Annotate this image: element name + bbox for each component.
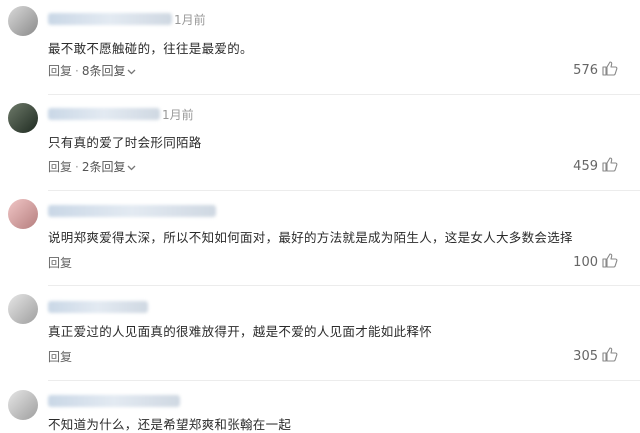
chevron-down-icon[interactable] bbox=[127, 160, 136, 174]
thumbs-up-icon bbox=[598, 157, 618, 176]
comment-text: 真正爱过的人见面真的很难放得开，越是不爱的人见面才能如此释怀 bbox=[48, 324, 433, 339]
like-button[interactable]: 305 bbox=[573, 347, 618, 366]
comment-text: 说明郑爽爱得太深，所以不知如何面对，最好的方法就是成为陌生人，这是女人大多数会选… bbox=[48, 230, 573, 245]
like-button[interactable]: 459 bbox=[573, 157, 618, 176]
view-replies-button[interactable]: 8条回复 bbox=[82, 62, 126, 79]
blurred-username bbox=[48, 205, 216, 217]
comment-text: 只有真的爱了时会形同陌路 bbox=[48, 135, 202, 150]
comment-actions: 回复 · 8条回复 bbox=[48, 62, 136, 79]
like-count: 100 bbox=[573, 255, 598, 270]
comment-meta bbox=[48, 300, 148, 314]
avatar[interactable] bbox=[8, 103, 38, 133]
avatar[interactable] bbox=[8, 6, 38, 36]
thumbs-up-icon bbox=[598, 61, 618, 80]
comment-meta bbox=[48, 394, 180, 408]
like-count: 459 bbox=[573, 159, 598, 174]
avatar[interactable] bbox=[8, 199, 38, 229]
avatar[interactable] bbox=[8, 390, 38, 420]
comment-meta bbox=[48, 204, 216, 218]
avatar[interactable] bbox=[8, 294, 38, 324]
separator-dot: · bbox=[75, 63, 79, 78]
like-button[interactable]: 100 bbox=[573, 253, 618, 272]
comment-actions: 回复 bbox=[48, 348, 72, 365]
comment-text: 不知道为什么，还是希望郑爽和张翰在一起 bbox=[48, 417, 292, 432]
like-count: 576 bbox=[573, 63, 598, 78]
comment-text: 最不敢不愿触碰的，往往是最爱的。 bbox=[48, 41, 253, 56]
separator-dot: · bbox=[75, 159, 79, 174]
like-button[interactable]: 576 bbox=[573, 61, 618, 80]
chevron-down-icon[interactable] bbox=[127, 64, 136, 78]
thumbs-up-icon bbox=[598, 347, 618, 366]
reply-button[interactable]: 回复 bbox=[48, 158, 72, 175]
comment-meta: 1月前 bbox=[48, 12, 206, 27]
reply-button[interactable]: 回复 bbox=[48, 254, 72, 271]
blurred-username bbox=[48, 108, 160, 120]
divider bbox=[48, 380, 640, 381]
like-count: 305 bbox=[573, 349, 598, 364]
view-replies-button[interactable]: 2条回复 bbox=[82, 158, 126, 175]
blurred-username bbox=[48, 301, 148, 313]
comment-meta: 1月前 bbox=[48, 107, 194, 122]
blurred-username bbox=[48, 395, 180, 407]
comment-actions: 回复 bbox=[48, 254, 72, 271]
blurred-username bbox=[48, 13, 172, 25]
comment-time: 1月前 bbox=[162, 107, 194, 122]
comment-time: 1月前 bbox=[174, 12, 206, 27]
divider bbox=[48, 285, 640, 286]
thumbs-up-icon bbox=[598, 253, 618, 272]
comment-actions: 回复 · 2条回复 bbox=[48, 158, 136, 175]
divider bbox=[48, 190, 640, 191]
reply-button[interactable]: 回复 bbox=[48, 62, 72, 79]
reply-button[interactable]: 回复 bbox=[48, 348, 72, 365]
divider bbox=[48, 94, 640, 95]
